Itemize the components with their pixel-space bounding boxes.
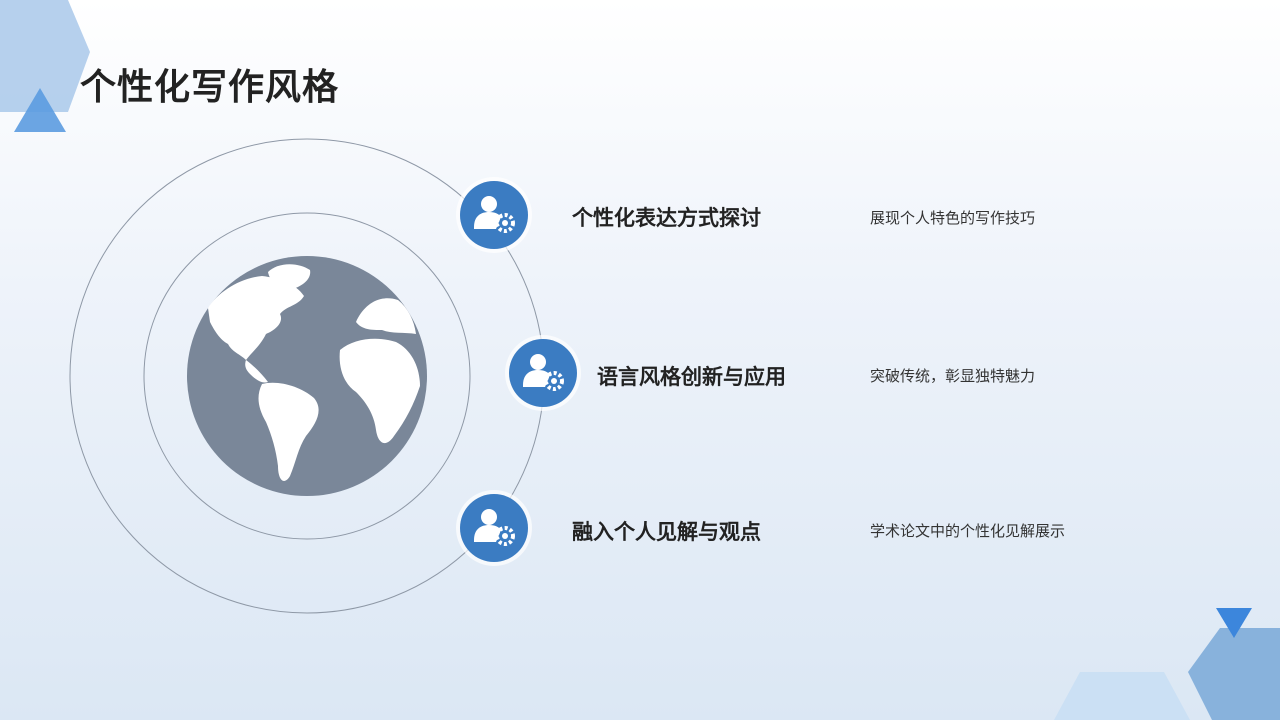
user-gear-icon	[460, 494, 528, 562]
globe-icon	[187, 256, 427, 496]
orbit-diagram	[69, 138, 545, 614]
item-description: 学术论文中的个性化见解展示	[870, 522, 1066, 540]
user-gear-icon	[460, 181, 528, 249]
item-description: 展现个人特色的写作技巧	[870, 209, 1036, 227]
item-title: 语言风格创新与应用	[597, 365, 786, 389]
user-gear-icon	[509, 339, 577, 407]
item-title: 个性化表达方式探讨	[572, 206, 761, 230]
item-title: 融入个人见解与观点	[572, 520, 761, 544]
item-description: 突破传统，彰显独特魅力	[870, 367, 1036, 385]
